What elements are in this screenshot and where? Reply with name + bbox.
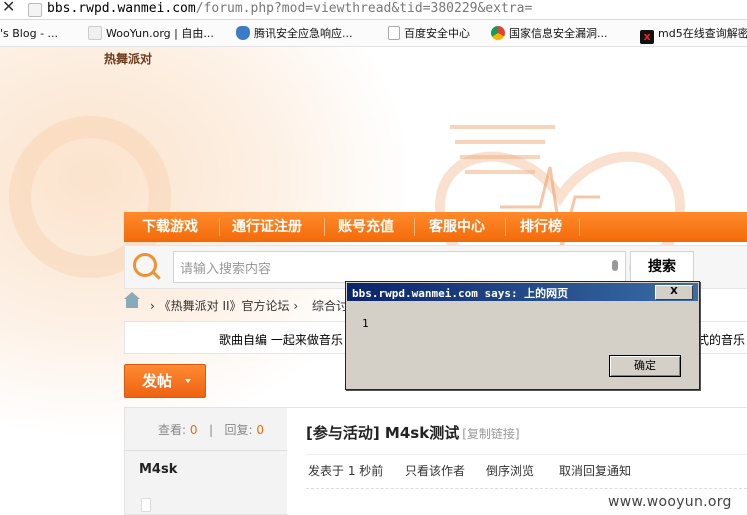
search-input[interactable]: 请输入搜索内容 帖子 ▾ xyxy=(173,251,642,311)
announcement-right[interactable]: 式的音乐 xyxy=(697,331,745,348)
nav-register[interactable]: 通行证注册 xyxy=(232,212,302,242)
divider xyxy=(306,454,747,455)
stop-icon[interactable]: ✕ xyxy=(2,0,15,16)
page-icon xyxy=(388,26,400,40)
nav-divider xyxy=(579,218,580,236)
shield-icon xyxy=(236,26,250,40)
wooyun-icon xyxy=(88,26,102,40)
breadcrumb-forum[interactable]: › 《热舞派对 II》官方论坛 › xyxy=(150,297,298,314)
nav-divider xyxy=(219,218,220,236)
thread-title: [参与活动] M4sk测试 [复制链接] xyxy=(306,424,520,442)
divider xyxy=(306,488,747,489)
search-button[interactable]: 搜索 xyxy=(630,251,694,283)
address-bar[interactable]: ✕ bbs.rwpd.wanmei.com/forum.php?mod=view… xyxy=(0,0,747,20)
new-post-button[interactable]: 发帖 xyxy=(124,364,206,398)
copy-link[interactable]: [复制链接] xyxy=(462,427,519,441)
dropdown-arrow-icon xyxy=(185,379,191,383)
bookmark-baidu[interactable]: 百度安全中心 xyxy=(388,26,470,42)
page-icon xyxy=(28,3,42,17)
nav-recharge[interactable]: 账号充值 xyxy=(338,212,394,242)
search-placeholder: 请输入搜索内容 xyxy=(180,262,272,277)
nav-divider xyxy=(324,218,325,236)
nav-divider xyxy=(414,218,415,236)
author-name[interactable]: M4sk xyxy=(139,462,177,477)
bookmark-wooyun[interactable]: WooYun.org | 自由... xyxy=(88,26,214,42)
site-title[interactable]: 热舞派对 xyxy=(104,50,152,67)
microphone-icon[interactable] xyxy=(612,260,618,271)
main-nav: 下载游戏 通行证注册 账号充值 客服中心 排行榜 xyxy=(124,212,747,242)
breadcrumb-sub[interactable]: 综合讨 xyxy=(312,297,348,314)
watermark: www.wooyun.org xyxy=(608,494,732,510)
bookmark-md5[interactable]: x md5在线查询解密 xyxy=(640,26,747,44)
home-icon[interactable] xyxy=(124,292,140,308)
announcement-left[interactable]: 歌曲自编 一起来做音乐 xyxy=(219,331,343,348)
url-text[interactable]: bbs.rwpd.wanmei.com/forum.php?mod=viewth… xyxy=(47,1,532,16)
nav-support[interactable]: 客服中心 xyxy=(429,212,485,242)
nav-ranking[interactable]: 排行榜 xyxy=(520,212,562,242)
dialog-title: bbs.rwpd.wanmei.com says: 上的网页 xyxy=(352,287,569,300)
cancel-notify-link[interactable]: 取消回复通知 xyxy=(559,462,631,479)
alert-message: 1 xyxy=(362,317,369,330)
avatar[interactable] xyxy=(141,498,151,512)
x-icon: x xyxy=(640,30,654,44)
bookmark-blog[interactable]: 's Blog - ... xyxy=(0,26,58,42)
bookmarks-bar: 's Blog - ... WooYun.org | 自由... 腾讯安全应急响… xyxy=(0,20,747,47)
divider xyxy=(125,450,287,451)
thread-sidebar: 查看: 0 | 回复: 0 M4sk xyxy=(124,407,288,515)
search-icon xyxy=(133,253,157,277)
nav-divider xyxy=(505,218,506,236)
chrome-icon xyxy=(491,26,505,40)
bookmark-cnvd[interactable]: 国家信息安全漏洞... xyxy=(491,26,608,42)
dialog-titlebar[interactable]: bbs.rwpd.wanmei.com says: 上的网页 X xyxy=(347,283,698,301)
nav-download[interactable]: 下载游戏 xyxy=(142,212,198,242)
post-time: 发表于 1 秒前 xyxy=(308,464,384,478)
alert-dialog: bbs.rwpd.wanmei.com says: 上的网页 X 1 确定 xyxy=(345,281,700,390)
ok-button[interactable]: 确定 xyxy=(609,355,681,377)
bookmark-tencent[interactable]: 腾讯安全应急响应... xyxy=(236,26,353,42)
reverse-order-link[interactable]: 倒序浏览 xyxy=(486,462,534,479)
author-only-link[interactable]: 只看该作者 xyxy=(405,462,465,479)
close-button[interactable]: X xyxy=(655,285,693,300)
thread-stats: 查看: 0 | 回复: 0 xyxy=(158,423,264,437)
